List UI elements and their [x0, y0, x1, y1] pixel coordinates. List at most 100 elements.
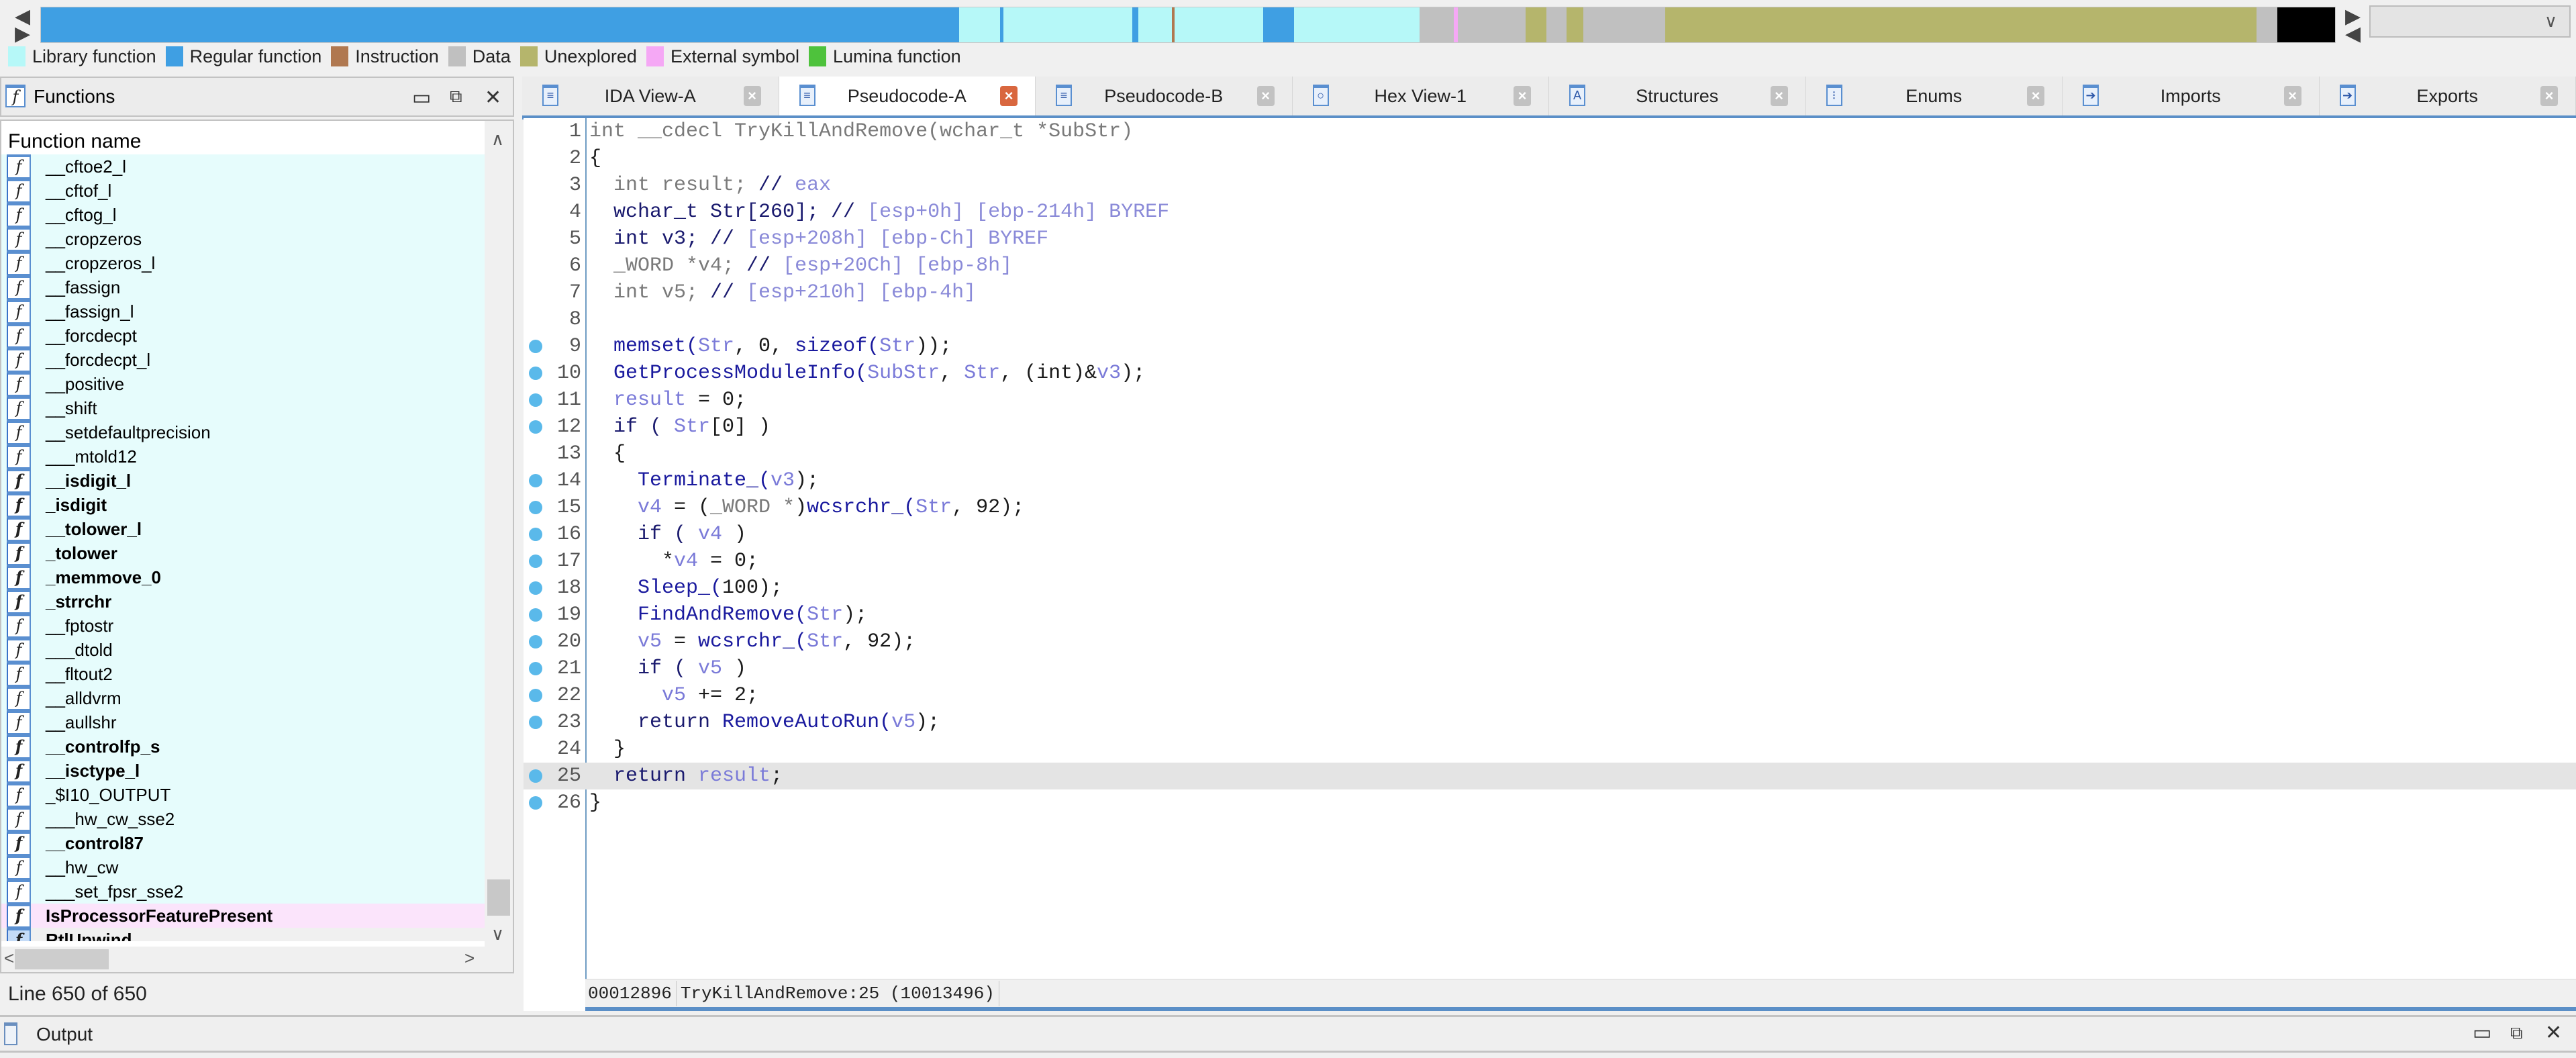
- scroll-up-icon[interactable]: ∧: [491, 129, 504, 150]
- scroll-right-icon[interactable]: >: [464, 948, 475, 969]
- segment-dropdown[interactable]: ∨: [2369, 5, 2571, 38]
- functions-list[interactable]: Function name f __cftoe2_l f __cftof_l f __cf…: [0, 119, 514, 973]
- nav-segment-regular[interactable]: [41, 7, 960, 42]
- function-list-item[interactable]: f __shift: [1, 396, 485, 420]
- function-list-item[interactable]: f _$I10_OUTPUT: [1, 783, 485, 807]
- function-list-item[interactable]: f ___hw_cw_sse2: [1, 807, 485, 831]
- function-list-item[interactable]: f _tolower: [1, 541, 485, 565]
- tab-close-icon[interactable]: ×: [1000, 86, 1018, 106]
- code-line[interactable]: 18 Sleep_(100);: [524, 575, 2576, 602]
- function-list-item[interactable]: f ___mtold12: [1, 444, 485, 469]
- function-list-item[interactable]: f __fassign_l: [1, 299, 485, 324]
- tab-close-icon[interactable]: ×: [1770, 86, 1788, 106]
- function-list-item[interactable]: f __cropzeros_l: [1, 251, 485, 275]
- function-list-item[interactable]: f __cftof_l: [1, 179, 485, 203]
- code-line[interactable]: 13 {: [524, 440, 2576, 467]
- code-line[interactable]: 4 wchar_t Str[260]; // [esp+0h] [ebp-214…: [524, 199, 2576, 226]
- code-line[interactable]: 9 memset(Str, 0, sizeof(Str));: [524, 333, 2576, 360]
- code-line[interactable]: 3 int result; // eax: [524, 172, 2576, 199]
- nav-segment-regular[interactable]: [1262, 7, 1294, 42]
- code-line[interactable]: 23 return RemoveAutoRun(v5);: [524, 709, 2576, 736]
- nav-right-arrows[interactable]: ▶ ◀: [2345, 7, 2361, 44]
- code-line[interactable]: 7 int v5; // [esp+210h] [ebp-4h]: [524, 279, 2576, 306]
- tab-close-icon[interactable]: ×: [2283, 86, 2301, 106]
- tab-close-icon[interactable]: ×: [1514, 86, 1531, 106]
- function-list-item[interactable]: f __fptostr: [1, 614, 485, 638]
- maximize-icon[interactable]: ▭: [412, 86, 431, 109]
- nav-segment-black[interactable]: [2277, 7, 2335, 42]
- function-list-item[interactable]: f __control87: [1, 831, 485, 855]
- function-list-item[interactable]: f ___set_fpsr_sse2: [1, 879, 485, 904]
- nav-segment-library[interactable]: [1003, 7, 1133, 42]
- vertical-scrollbar[interactable]: ∧ ∨: [485, 121, 513, 948]
- code-line[interactable]: 5 int v3; // [esp+208h] [ebp-Ch] BYREF: [524, 226, 2576, 252]
- tab-pseudocode-b[interactable]: ≡ Pseudocode-B ×: [1036, 77, 1293, 115]
- close-icon[interactable]: ✕: [485, 86, 501, 109]
- scrollbar-thumb[interactable]: [15, 949, 109, 969]
- tab-close-icon[interactable]: ×: [2027, 86, 2044, 106]
- function-list-item[interactable]: f __fassign: [1, 275, 485, 299]
- function-list-item[interactable]: f __cftog_l: [1, 203, 485, 227]
- float-window-icon[interactable]: ⧉: [2510, 1022, 2523, 1044]
- tab-structures[interactable]: A Structures ×: [1549, 77, 1806, 115]
- horizontal-scrollbar[interactable]: < >: [1, 947, 513, 972]
- code-line[interactable]: 21 if ( v5 ): [524, 655, 2576, 682]
- function-list-item[interactable]: f __controlfp_s: [1, 734, 485, 759]
- function-list-item[interactable]: f RtlUnwind: [1, 928, 485, 941]
- function-list-item[interactable]: f __hw_cw: [1, 855, 485, 879]
- code-line[interactable]: 11 result = 0;: [524, 387, 2576, 414]
- tab-close-icon[interactable]: ×: [1256, 86, 1275, 106]
- code-line[interactable]: 12 if ( Str[0] ): [524, 414, 2576, 440]
- function-list-item[interactable]: f __alldvrm: [1, 686, 485, 710]
- code-line[interactable]: 1 int __cdecl TryKillAndRemove(wchar_t *S…: [524, 118, 2576, 145]
- code-line[interactable]: 8: [524, 306, 2576, 333]
- code-line[interactable]: 2{: [524, 145, 2576, 172]
- code-line[interactable]: 10 GetProcessModuleInfo(SubStr, Str, (in…: [524, 360, 2576, 387]
- tab-pseudocode-a[interactable]: ≡ Pseudocode-A ×: [779, 77, 1036, 115]
- code-line[interactable]: 22 v5 += 2;: [524, 682, 2576, 709]
- code-line[interactable]: 19 FindAndRemove(Str);: [524, 602, 2576, 628]
- function-list-item[interactable]: f _strrchr: [1, 589, 485, 614]
- code-line[interactable]: 15 v4 = (_WORD *)wcsrchr_(Str, 92);: [524, 494, 2576, 521]
- function-list-item[interactable]: f _isdigit: [1, 493, 485, 517]
- nav-left-arrows[interactable]: ◀ ▶: [15, 7, 30, 44]
- scroll-down-icon[interactable]: ∨: [491, 924, 504, 945]
- function-list-item[interactable]: f __isdigit_l: [1, 469, 485, 493]
- float-window-icon[interactable]: ⧉: [450, 86, 462, 107]
- nav-segment-regular[interactable]: [1132, 7, 1138, 42]
- code-line[interactable]: 6 _WORD *v4; // [esp+20Ch] [ebp-8h]: [524, 252, 2576, 279]
- function-list-item[interactable]: f __fltout2: [1, 662, 485, 686]
- nav-segment-library[interactable]: [1138, 7, 1173, 42]
- function-list-item[interactable]: f __aullshr: [1, 710, 485, 734]
- nav-segment-unexplored[interactable]: [1566, 7, 1584, 42]
- code-line[interactable]: 25 return result;: [524, 763, 2576, 789]
- scrollbar-thumb[interactable]: [487, 879, 510, 916]
- function-list-item[interactable]: f __cftoe2_l: [1, 154, 485, 179]
- function-list-item[interactable]: f _memmove_0: [1, 565, 485, 589]
- function-list-item[interactable]: f ___dtold: [1, 638, 485, 662]
- code-line[interactable]: 14 Terminate_(v3);: [524, 467, 2576, 494]
- nav-segment-library[interactable]: [959, 7, 1000, 42]
- nav-segment-data[interactable]: [1546, 7, 1567, 42]
- nav-segment-data[interactable]: [1457, 7, 1526, 42]
- close-icon[interactable]: ✕: [2545, 1021, 2562, 1045]
- nav-segment-library[interactable]: [1175, 7, 1263, 42]
- tab-close-icon[interactable]: ×: [743, 86, 761, 106]
- maximize-icon[interactable]: ▭: [2473, 1021, 2491, 1045]
- function-list-item[interactable]: f IsProcessorFeaturePresent: [1, 904, 485, 928]
- code-line[interactable]: 16 if ( v4 ): [524, 521, 2576, 548]
- code-line[interactable]: 24 }: [524, 736, 2576, 763]
- nav-segment-data[interactable]: [1420, 7, 1454, 42]
- tab-hex-view-1[interactable]: ○ Hex View-1 ×: [1292, 77, 1549, 115]
- code-line[interactable]: 26}: [524, 789, 2576, 816]
- tab-ida-view-a[interactable]: ≡ IDA View-A ×: [522, 77, 779, 115]
- pseudocode-view[interactable]: 1 int __cdecl TryKillAndRemove(wchar_t *S…: [524, 118, 2576, 1011]
- nav-segment-data[interactable]: [2257, 7, 2277, 42]
- nav-segment-unexplored[interactable]: [1665, 7, 2257, 42]
- tab-enums[interactable]: ⁝ Enums ×: [1805, 77, 2063, 115]
- code-line[interactable]: 20 v5 = wcsrchr_(Str, 92);: [524, 628, 2576, 655]
- nav-segment-library[interactable]: [1293, 7, 1420, 42]
- tab-exports[interactable]: ➔ Exports ×: [2319, 77, 2576, 115]
- function-list-item[interactable]: f __setdefaultprecision: [1, 420, 485, 444]
- function-list-item[interactable]: f __positive: [1, 372, 485, 396]
